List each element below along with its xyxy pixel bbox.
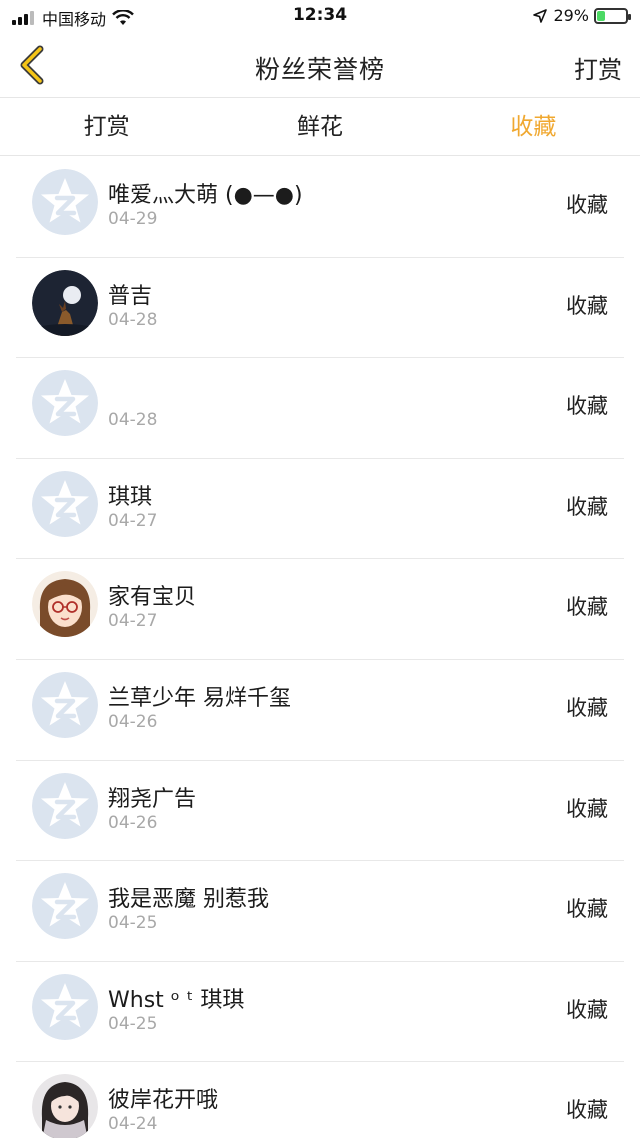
battery-percent: 29%: [553, 6, 589, 25]
fan-date: 04-26: [108, 812, 158, 833]
fan-list-item[interactable]: 普吉 04-28 收藏: [0, 258, 640, 359]
fan-name: 我是恶魔 别惹我: [108, 887, 269, 913]
favorite-label: 收藏: [566, 595, 608, 620]
avatar[interactable]: [32, 269, 98, 336]
fan-list-item[interactable]: 琪琪 04-27 收藏: [0, 459, 640, 560]
fan-list-item[interactable]: 兰草少年 易烊千玺 04-26 收藏: [0, 660, 640, 761]
avatar[interactable]: [32, 772, 98, 839]
fan-list: 唯爱灬大萌 (●—●) 04-29 收藏 普吉 04-28 收藏 04-28 收…: [0, 157, 640, 1138]
fan-list-item[interactable]: 翔尧广告 04-26 收藏: [0, 761, 640, 862]
avatar[interactable]: [32, 1074, 98, 1138]
favorite-label: 收藏: [566, 193, 608, 217]
fan-date: 04-28: [108, 410, 158, 431]
fan-name: 琪琪: [108, 484, 153, 510]
fan-date: 04-25: [108, 1013, 158, 1034]
fan-list-item[interactable]: 我是恶魔 别惹我 04-25 收藏: [0, 861, 640, 962]
location-arrow-icon: [533, 8, 548, 23]
fan-list-item[interactable]: 彼岸花开哦 04-24 收藏: [0, 1062, 640, 1138]
avatar[interactable]: [32, 973, 98, 1040]
nav-bar: 粉丝荣誉榜 打赏: [0, 34, 640, 98]
status-bar: 中国移动 12:34 29%: [0, 0, 640, 34]
fan-name: 普吉: [108, 283, 153, 309]
avatar[interactable]: [32, 169, 98, 235]
fan-name: 兰草少年 易烊千玺: [108, 685, 291, 711]
fan-list-item[interactable]: Whst ᵒ ᵗ 琪琪 04-25 收藏: [0, 962, 640, 1063]
favorite-label: 收藏: [566, 997, 608, 1022]
fan-date: 04-27: [108, 510, 158, 531]
tab-reward[interactable]: 打赏: [0, 99, 213, 155]
reward-button[interactable]: 打赏: [574, 50, 622, 85]
page-title: 粉丝荣誉榜: [254, 55, 385, 84]
avatar[interactable]: [32, 370, 98, 437]
tab-bar: 打赏 鲜花 收藏: [0, 99, 640, 156]
fan-date: 04-28: [108, 309, 158, 330]
fan-name: 唯爱灬大萌 (●—●): [108, 183, 303, 208]
favorite-label: 收藏: [566, 695, 608, 720]
fan-name: 彼岸花开哦: [108, 1088, 219, 1114]
fan-list-item[interactable]: 04-28 收藏: [0, 358, 640, 459]
favorite-label: 收藏: [566, 494, 608, 519]
favorite-label: 收藏: [566, 394, 608, 419]
fan-date: 04-26: [108, 711, 158, 732]
avatar[interactable]: [32, 470, 98, 537]
tab-favorites[interactable]: 收藏: [427, 99, 640, 155]
avatar[interactable]: [32, 571, 98, 638]
favorite-label: 收藏: [566, 796, 608, 821]
fan-name: 翔尧广告: [108, 786, 197, 812]
fan-list-item[interactable]: 唯爱灬大萌 (●—●) 04-29 收藏: [0, 157, 640, 258]
avatar[interactable]: [32, 873, 98, 940]
favorite-label: 收藏: [566, 897, 608, 922]
fan-name: Whst ᵒ ᵗ 琪琪: [108, 987, 245, 1013]
fan-date: 04-24: [108, 1114, 158, 1135]
fan-list-item[interactable]: 家有宝贝 04-27 收藏: [0, 559, 640, 660]
battery-fill: [597, 10, 606, 21]
fan-date: 04-27: [108, 611, 158, 632]
tab-flowers[interactable]: 鲜花: [213, 99, 426, 155]
fan-date: 04-25: [108, 913, 158, 934]
battery-icon: [594, 7, 631, 24]
fan-date: 04-29: [108, 209, 158, 229]
favorite-label: 收藏: [566, 293, 608, 318]
avatar[interactable]: [32, 671, 98, 738]
fan-name: 家有宝贝: [108, 585, 197, 611]
favorite-label: 收藏: [566, 1098, 608, 1123]
status-right: 29%: [533, 6, 631, 25]
